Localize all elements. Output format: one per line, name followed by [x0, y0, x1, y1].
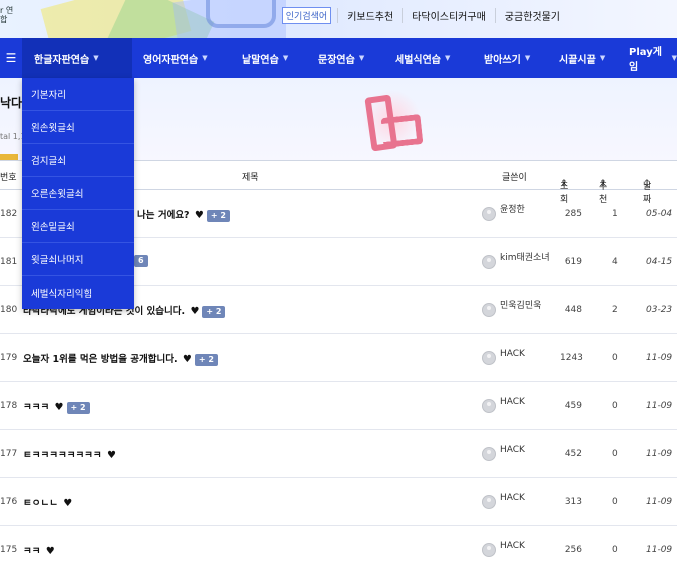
nav-item-sentences[interactable]: 문장연습 ▼: [309, 38, 387, 78]
heart-icon: ♥: [106, 450, 116, 461]
nav-item-korean-layout[interactable]: 한글자판연습 ▼: [22, 38, 132, 78]
nav-item-play-game[interactable]: Play게임 ▼: [623, 38, 677, 78]
site-logo-fragment[interactable]: r 연합: [0, 6, 20, 24]
chevron-down-icon: ▼: [358, 54, 365, 62]
avatar: [482, 255, 496, 269]
hero-art: [360, 88, 430, 152]
post-title[interactable]: ㅌㅋㅋㅋㅋㅋㅋㅋㅋ ♥: [23, 447, 116, 461]
dropdown-item-sebeolsik-home[interactable]: 세벌식자리익힘: [22, 276, 134, 309]
table-row[interactable]: 177 ㅌㅋㅋㅋㅋㅋㅋㅋㅋ ♥ HACK 452 0 11-09: [0, 430, 677, 478]
top-link-sticker[interactable]: 타닥이스티커구매: [402, 7, 495, 23]
heart-icon: ♥: [194, 210, 204, 221]
avatar: [482, 543, 496, 557]
post-author[interactable]: kim태권소녀: [482, 252, 552, 269]
avatar: [482, 399, 496, 413]
chevron-down-icon: ▼: [445, 54, 451, 62]
dropdown-item-home-row[interactable]: 기본자리: [22, 78, 134, 111]
table-row[interactable]: 179 오늘자 1위를 먹은 방법을 공개합니다. ♥ + 2 HACK 1243…: [0, 334, 677, 382]
avatar: [482, 207, 496, 221]
nav-item-dictation[interactable]: 받아쓰기 ▼: [475, 38, 553, 78]
chevron-down-icon: ▼: [524, 54, 531, 62]
heart-icon: ♥: [63, 498, 73, 509]
post-title[interactable]: 오늘자 1위를 먹은 방법을 공개합니다. ♥ + 2: [23, 351, 218, 366]
header-art: [26, 0, 286, 38]
post-author[interactable]: HACK: [482, 540, 552, 557]
nav-item-words[interactable]: 낱말연습 ▼: [234, 38, 309, 78]
table-row[interactable]: 176 ㅌㅇㄴㄴ ♥ HACK 313 0 11-09: [0, 478, 677, 526]
board-title-fragment: 낙다: [0, 96, 23, 110]
chevron-down-icon: ▼: [202, 54, 208, 62]
comment-count-badge: 6: [134, 255, 148, 267]
chevron-down-icon: ▼: [93, 54, 99, 62]
heart-icon: ♥: [182, 354, 192, 365]
comment-count-badge: + 2: [194, 354, 218, 366]
hamburger-icon[interactable]: ☰: [0, 38, 22, 78]
sort-icon: ⇕: [560, 179, 568, 189]
nav-item-english-layout[interactable]: 영어자판연습 ▼: [132, 38, 234, 78]
post-author[interactable]: HACK: [482, 348, 552, 365]
chevron-down-icon: ▼: [599, 54, 606, 62]
page-root: r 연합 인기검색어 키보드추천 타닥이스티커구매 궁금한것물기 ☰ 한글자판연…: [0, 0, 677, 566]
dropdown-item-index-keys[interactable]: 검지글쇠: [22, 144, 134, 177]
post-title[interactable]: ㅌㅇㄴㄴ ♥: [23, 495, 72, 509]
col-author: 글쓴이: [502, 173, 527, 183]
korean-layout-dropdown: 기본자리 왼손윗글쇠 검지글쇠 오른손윗글쇠 왼손밑글쇠 윗글쇠나머지 세벌식자…: [22, 78, 134, 309]
col-num: 번호: [0, 173, 17, 183]
post-title[interactable]: ㅋㅋ ♥: [23, 543, 55, 557]
post-author[interactable]: HACK: [482, 492, 552, 509]
post-author[interactable]: 민욱김민욱: [482, 300, 552, 317]
nav-item-sebeolsik[interactable]: 세벌식연습 ▼: [387, 38, 475, 78]
avatar: [482, 495, 496, 509]
main-nav: ☰ 한글자판연습 ▼ 영어자판연습 ▼ 낱말연습 ▼ 문장연습 ▼ 세벌식연습 ▼ 받아쓰…: [0, 38, 677, 78]
post-author[interactable]: HACK: [482, 396, 552, 413]
col-title: 제목: [242, 173, 259, 183]
heart-icon: ♥: [190, 306, 200, 317]
avatar: [482, 447, 496, 461]
avatar: [482, 303, 496, 317]
top-link-keyboard[interactable]: 키보드추천: [337, 7, 402, 23]
heart-icon: ♥: [54, 402, 64, 413]
popular-search-badge[interactable]: 인기검색어: [281, 6, 332, 24]
chevron-down-icon: ▼: [282, 54, 289, 62]
avatar: [482, 351, 496, 365]
nav-item-word-chain[interactable]: 시끝시끝 ▼: [553, 38, 623, 78]
chevron-down-icon: ▼: [671, 54, 677, 62]
dropdown-item-left-lower[interactable]: 왼손밑글쇠: [22, 210, 134, 243]
comment-count-badge: + 2: [66, 402, 90, 414]
post-author[interactable]: HACK: [482, 444, 552, 461]
top-link-questions[interactable]: 궁금한것물기: [494, 7, 569, 23]
post-title[interactable]: ㅋㅋㅋ ♥ + 2: [23, 399, 90, 414]
comment-count-badge: + 2: [202, 306, 226, 318]
table-row[interactable]: 175 ㅋㅋ ♥ HACK 256 0 11-09: [0, 526, 677, 566]
sort-icon: ⇕: [599, 179, 607, 189]
dropdown-item-right-upper[interactable]: 오른손윗글쇠: [22, 177, 134, 210]
comment-count-badge: + 2: [206, 210, 230, 222]
top-bar: r 연합 인기검색어 키보드추천 타닥이스티커구매 궁금한것물기: [0, 0, 677, 38]
post-author[interactable]: 윤정한: [482, 204, 552, 221]
table-row[interactable]: 178 ㅋㅋㅋ ♥ + 2 HACK 459 0 11-09: [0, 382, 677, 430]
dropdown-item-upper-rest[interactable]: 윗글쇠나머지: [22, 243, 134, 276]
dropdown-item-left-upper[interactable]: 왼손윗글쇠: [22, 111, 134, 144]
top-links: 인기검색어 키보드추천 타닥이스티커구매 궁금한것물기: [281, 0, 677, 30]
heart-icon: ♥: [45, 546, 55, 557]
sort-icon: ⇕: [643, 179, 651, 189]
